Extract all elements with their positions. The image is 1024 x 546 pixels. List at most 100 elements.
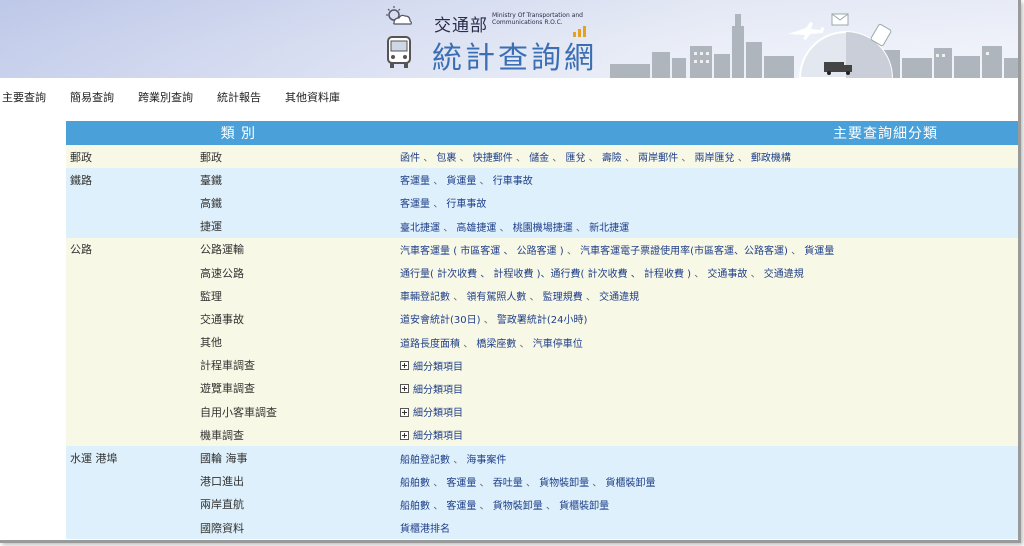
row-subcategories: 船舶登記數 、 海事案件 [396, 446, 1018, 470]
subcategory-link[interactable]: 貨物裝卸量 [539, 478, 589, 489]
subcategory-link[interactable]: 汽車停車位 [533, 339, 583, 350]
separator: 、 [430, 477, 447, 489]
subcategory-link[interactable]: 包裹 [436, 153, 456, 164]
subcategory-link[interactable]: 儲金 [529, 153, 549, 164]
subcategory-link[interactable]: 函件 [400, 153, 420, 164]
subcategory-link[interactable]: 桃園機場捷運 [513, 223, 573, 234]
separator: 、 [496, 222, 513, 234]
subcategory-link[interactable]: 新北捷運 [589, 223, 629, 234]
menu-item-simple-query[interactable]: 簡易查詢 [70, 89, 114, 105]
row-subcategories: 船舶數 、 客運量 、 貨物裝卸量 、 貨櫃裝卸量 [396, 492, 1018, 516]
table-row: 水運 港埠 國輪 海事 船舶登記數 、 海事案件 [66, 446, 1018, 470]
row-category: 國輪 海事 [196, 446, 397, 470]
subcategory-link[interactable]: 吞吐量 [493, 478, 523, 489]
subcategory-link[interactable]: 監理規費 [543, 292, 583, 303]
subcategory-link[interactable]: 客運量 [446, 478, 476, 489]
subcategory-link[interactable]: 行車事故 [493, 176, 533, 187]
subcategory-link[interactable]: 臺北捷運 [400, 223, 440, 234]
subcategory-link[interactable]: 高雄捷運 [456, 223, 496, 234]
table-row: 高速公路 通行量( 計次收費 、 計程收費 )、通行費( 計次收費 、 計程收費 … [66, 260, 1018, 285]
subcategory-link[interactable]: 警政署統計(24小時) [497, 315, 588, 326]
subcategory-link[interactable]: 交通事故 [707, 269, 747, 280]
row-group [66, 492, 196, 516]
expand-subcategory-link[interactable]: 細分類項目 [413, 408, 463, 419]
subcategory-link[interactable]: 壽險 [602, 153, 622, 164]
subcategory-link[interactable]: 道路長度面積 [400, 339, 460, 350]
menu-item-cross-industry-query[interactable]: 跨業別查詢 [138, 89, 193, 105]
row-group [66, 260, 196, 285]
row-subcategories: 道安會統計(30日) 、 警政署統計(24小時) [396, 307, 1018, 331]
subcategory-link[interactable]: 行車事故 [446, 199, 486, 210]
subcategory-link[interactable]: 領有駕照人數 [466, 292, 526, 303]
separator: 、 [430, 176, 447, 188]
subcategory-link[interactable]: 郵政機構 [751, 153, 791, 164]
row-group: 鐵路 [66, 168, 196, 192]
subcategory-link[interactable]: 快捷郵件 [473, 153, 513, 164]
subcategory-link[interactable]: 海事案件 [466, 455, 506, 466]
row-group [66, 353, 196, 377]
expand-subcategory-link[interactable]: 細分類項目 [413, 431, 463, 442]
subcategory-link[interactable]: 兩岸郵件 [638, 153, 678, 164]
subcategory-link[interactable]: 客運量 [446, 501, 476, 512]
subcategory-link[interactable]: 客運量 [400, 199, 430, 210]
main-menu: 主要查詢 簡易查詢 跨業別查詢 統計報告 其他資料庫 [0, 85, 1018, 109]
row-category: 計程車調查 [196, 353, 397, 377]
row-group: 郵政 [66, 145, 196, 169]
menu-item-statistics-report[interactable]: 統計報告 [217, 89, 261, 105]
subcategory-link[interactable]: 貨運量 [446, 176, 476, 187]
subcategory-link[interactable]: 匯兌 [565, 153, 585, 164]
row-category: 郵政 [196, 145, 397, 169]
row-category: 公路運輸 [196, 237, 397, 261]
row-group [66, 423, 196, 447]
separator: 、 [430, 199, 447, 211]
expand-icon[interactable] [400, 407, 410, 417]
chart-icon [573, 26, 586, 37]
subcategory-link[interactable]: 貨物裝卸量 [493, 501, 543, 512]
row-category: 港口進出 [196, 469, 397, 493]
site-logo[interactable]: 交通部 Ministry Of Transportation and Commu… [384, 5, 624, 76]
subcategory-link[interactable]: 船舶數 [400, 501, 430, 512]
subcategory-link[interactable]: 通行量( 計次收費 、 計程收費 )、通行費( 計次收費 、 計程收費 ) [400, 269, 691, 280]
expand-icon[interactable] [400, 430, 410, 440]
separator: 、 [516, 338, 533, 350]
expand-subcategory-link[interactable]: 細分類項目 [413, 362, 463, 373]
row-group [66, 284, 196, 308]
subcategory-link[interactable]: 交通違規 [599, 292, 639, 303]
separator: 、 [456, 153, 473, 165]
row-category: 高鐵 [196, 191, 397, 215]
subcategory-link[interactable]: 客運量 [400, 176, 430, 187]
table-row: 兩岸直航 船舶數 、 客運量 、 貨物裝卸量 、 貨櫃裝卸量 [66, 492, 1018, 516]
row-subcategories: 道路長度面積 、 橋梁座數 、 汽車停車位 [396, 330, 1018, 354]
expand-subcategory-link[interactable]: 細分類項目 [413, 385, 463, 396]
subcategory-link[interactable]: 船舶登記數 [400, 455, 450, 466]
subcategory-link[interactable]: 車輛登記數 [400, 292, 450, 303]
subcategory-link[interactable]: 貨櫃裝卸量 [605, 478, 655, 489]
subcategory-link[interactable]: 船舶數 [400, 478, 430, 489]
subcategory-link[interactable]: 交通違規 [764, 269, 804, 280]
row-group [66, 330, 196, 354]
separator: 、 [572, 222, 590, 234]
city-skyline-illustration [610, 13, 1018, 78]
subcategory-link[interactable]: 道安會統計(30日) [400, 315, 481, 326]
menu-item-other-databases[interactable]: 其他資料庫 [285, 89, 340, 105]
separator: 、 [582, 292, 600, 304]
subcategory-link[interactable]: 兩岸匯兌 [695, 153, 735, 164]
subcategory-link[interactable]: 橋梁座數 [476, 339, 516, 350]
subcategory-link[interactable]: 貨運量 [804, 246, 834, 257]
row-group: 水運 港埠 [66, 446, 196, 470]
table-row: 港口進出 船舶數 、 客運量 、 吞吐量 、 貨物裝卸量 、 貨櫃裝卸量 [66, 469, 1018, 493]
expand-icon[interactable] [400, 384, 410, 394]
table-row: 鐵路 臺鐵 客運量 、 貨運量 、 行車事故 [66, 168, 1018, 192]
subcategory-link[interactable]: 汽車客運量 ( 市區客運 、 公路客運 ) [400, 246, 564, 257]
row-category: 捷運 [196, 214, 397, 238]
header-category: 類 別 [220, 126, 257, 142]
table-row: 公路 公路運輸 汽車客運量 ( 市區客運 、 公路客運 ) 、 汽車客運電子票證使用… [66, 237, 1018, 261]
subcategory-link[interactable]: 貨櫃裝卸量 [559, 501, 609, 512]
row-category: 兩岸直航 [196, 492, 397, 516]
row-group [66, 191, 196, 215]
subcategory-link[interactable]: 汽車客運電子票證使用率(市區客運、公路客運) [580, 246, 788, 257]
row-group: 公路 [66, 237, 196, 261]
menu-item-main-query[interactable]: 主要查詢 [2, 89, 46, 105]
expand-icon[interactable] [400, 361, 410, 371]
subcategory-link[interactable]: 貨櫃港排名 [400, 524, 450, 535]
